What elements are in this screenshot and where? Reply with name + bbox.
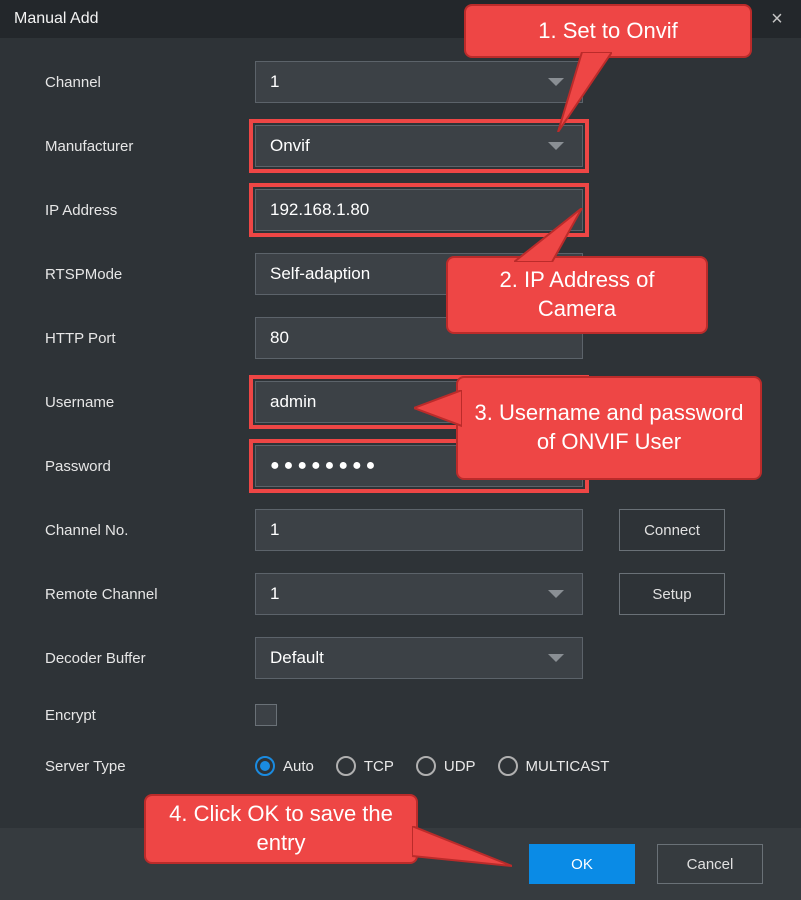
callout-1: 1. Set to Onvif <box>464 4 752 58</box>
label-channel-no: Channel No. <box>45 522 255 539</box>
select-manufacturer-value: Onvif <box>270 136 310 156</box>
row-encrypt: Encrypt <box>45 700 761 730</box>
select-manufacturer[interactable]: Onvif <box>255 125 583 167</box>
radio-udp[interactable]: UDP <box>416 756 476 776</box>
callout-1-text: 1. Set to Onvif <box>538 17 677 46</box>
row-decoder-buffer: Decoder Buffer Default <box>45 636 761 680</box>
label-server-type: Server Type <box>45 758 255 775</box>
ok-button[interactable]: OK <box>529 844 635 884</box>
row-channel: Channel 1 <box>45 60 761 104</box>
connect-button[interactable]: Connect <box>619 509 725 551</box>
callout-4-text: 4. Click OK to save the entry <box>160 800 402 857</box>
label-ip: IP Address <box>45 202 255 219</box>
radio-tcp[interactable]: TCP <box>336 756 394 776</box>
radio-icon <box>416 756 436 776</box>
checkbox-encrypt[interactable] <box>255 704 277 726</box>
callout-2-text: 2. IP Address of Camera <box>462 266 692 323</box>
password-dots: ●●●●●●●● <box>270 457 379 475</box>
server-type-radios: Auto TCP UDP MULTICAST <box>255 756 609 776</box>
setup-button[interactable]: Setup <box>619 573 725 615</box>
radio-auto[interactable]: Auto <box>255 756 314 776</box>
callout-3: 3. Username and password of ONVIF User <box>456 376 762 480</box>
chevron-down-icon <box>548 590 564 598</box>
chevron-down-icon <box>548 78 564 86</box>
callout-4: 4. Click OK to save the entry <box>144 794 418 864</box>
input-channel-no[interactable] <box>255 509 583 551</box>
radio-icon <box>336 756 356 776</box>
callout-3-text: 3. Username and password of ONVIF User <box>472 399 746 456</box>
row-manufacturer: Manufacturer Onvif <box>45 124 761 168</box>
dialog-title: Manual Add <box>14 10 99 28</box>
select-channel-value: 1 <box>270 72 279 92</box>
select-decoder-buffer[interactable]: Default <box>255 637 583 679</box>
chevron-down-icon <box>548 654 564 662</box>
chevron-down-icon <box>548 142 564 150</box>
cancel-button[interactable]: Cancel <box>657 844 763 884</box>
label-manufacturer: Manufacturer <box>45 138 255 155</box>
label-password: Password <box>45 458 255 475</box>
select-remote-value: 1 <box>270 584 279 604</box>
label-username: Username <box>45 394 255 411</box>
radio-icon <box>255 756 275 776</box>
label-remote-channel: Remote Channel <box>45 586 255 603</box>
row-remote-channel: Remote Channel 1 Setup <box>45 572 761 616</box>
row-server-type: Server Type Auto TCP UDP MULTICAST <box>45 744 761 788</box>
select-rtsp-value: Self-adaption <box>270 264 370 284</box>
row-ip: IP Address <box>45 188 761 232</box>
select-decoder-value: Default <box>270 648 324 668</box>
input-ip-address[interactable] <box>255 189 583 231</box>
radio-label-udp: UDP <box>444 758 476 775</box>
radio-label-multicast: MULTICAST <box>526 758 610 775</box>
callout-2: 2. IP Address of Camera <box>446 256 708 334</box>
label-http: HTTP Port <box>45 330 255 347</box>
radio-multicast[interactable]: MULTICAST <box>498 756 610 776</box>
select-channel[interactable]: 1 <box>255 61 583 103</box>
label-encrypt: Encrypt <box>45 707 255 724</box>
label-decoder-buffer: Decoder Buffer <box>45 650 255 667</box>
label-channel: Channel <box>45 74 255 91</box>
close-icon[interactable]: × <box>767 9 787 29</box>
row-channel-no: Channel No. Connect <box>45 508 761 552</box>
radio-label-tcp: TCP <box>364 758 394 775</box>
radio-icon <box>498 756 518 776</box>
select-remote-channel[interactable]: 1 <box>255 573 583 615</box>
radio-label-auto: Auto <box>283 758 314 775</box>
label-rtsp: RTSPMode <box>45 266 255 283</box>
